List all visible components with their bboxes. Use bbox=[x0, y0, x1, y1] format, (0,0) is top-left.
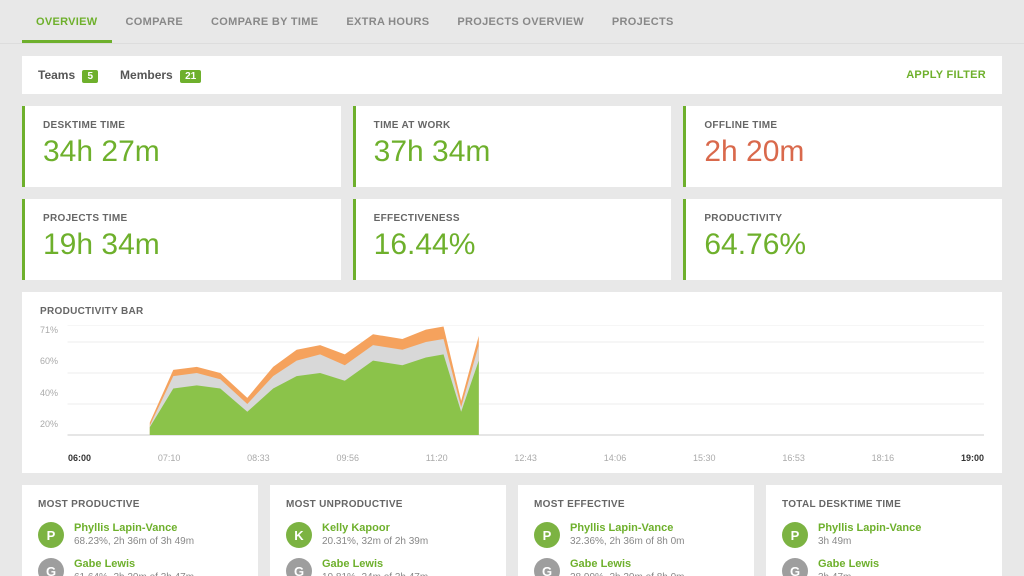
tab-compare[interactable]: COMPARE bbox=[112, 0, 198, 43]
person-stats: 68.23%, 2h 36m of 3h 49m bbox=[74, 536, 194, 548]
tab-compare-by-time[interactable]: COMPARE BY TIME bbox=[197, 0, 332, 43]
filter-members-label: Members bbox=[120, 68, 173, 82]
person-stats: 10.81%, 24m of 3h 47m bbox=[322, 572, 428, 576]
filter-teams-badge: 5 bbox=[82, 70, 98, 83]
tab-projects-overview[interactable]: PROJECTS OVERVIEW bbox=[443, 0, 598, 43]
person-stats: 61.64%, 2h 20m of 3h 47m bbox=[74, 572, 194, 576]
metric-projects-time: PROJECTS TIME 19h 34m bbox=[22, 199, 341, 280]
tab-extra-hours[interactable]: EXTRA HOURS bbox=[332, 0, 443, 43]
list-title: MOST UNPRODUCTIVE bbox=[286, 499, 490, 510]
metric-productivity: PRODUCTIVITY 64.76% bbox=[683, 199, 1002, 280]
metric-label: DESKTIME TIME bbox=[43, 120, 323, 131]
avatar: G bbox=[534, 558, 560, 576]
productivity-chart bbox=[40, 325, 984, 449]
avatar: P bbox=[534, 522, 560, 548]
metric-value: 2h 20m bbox=[704, 135, 984, 169]
person-name: Gabe Lewis bbox=[570, 558, 685, 571]
list-item[interactable]: P Phyllis Lapin-Vance32.36%, 2h 36m of 8h… bbox=[534, 522, 738, 548]
list-item[interactable]: K Kelly Kapoor20.31%, 32m of 2h 39m bbox=[286, 522, 490, 548]
avatar: P bbox=[38, 522, 64, 548]
tab-projects[interactable]: PROJECTS bbox=[598, 0, 688, 43]
metric-value: 37h 34m bbox=[374, 135, 654, 169]
person-name: Gabe Lewis bbox=[74, 558, 194, 571]
avatar: K bbox=[286, 522, 312, 548]
list-item[interactable]: P Phyllis Lapin-Vance3h 49m bbox=[782, 522, 986, 548]
tab-overview[interactable]: OVERVIEW bbox=[22, 0, 112, 43]
avatar: P bbox=[782, 522, 808, 548]
metric-label: PROJECTS TIME bbox=[43, 213, 323, 224]
filter-teams[interactable]: Teams 5 bbox=[38, 68, 98, 82]
filter-members-badge: 21 bbox=[180, 70, 201, 83]
person-name: Phyllis Lapin-Vance bbox=[74, 522, 194, 535]
person-stats: 32.36%, 2h 36m of 8h 0m bbox=[570, 536, 685, 548]
list-item[interactable]: G Gabe Lewis61.64%, 2h 20m of 3h 47m bbox=[38, 558, 242, 576]
list-item[interactable]: G Gabe Lewis28.99%, 2h 20m of 8h 0m bbox=[534, 558, 738, 576]
list-most-effective: MOST EFFECTIVE P Phyllis Lapin-Vance32.36%… bbox=[518, 485, 754, 576]
person-name: Phyllis Lapin-Vance bbox=[818, 522, 921, 535]
person-name: Kelly Kapoor bbox=[322, 522, 428, 535]
metric-label: TIME AT WORK bbox=[374, 120, 654, 131]
list-item[interactable]: G Gabe Lewis10.81%, 24m of 3h 47m bbox=[286, 558, 490, 576]
metric-label: PRODUCTIVITY bbox=[704, 213, 984, 224]
list-title: MOST PRODUCTIVE bbox=[38, 499, 242, 510]
productivity-chart-card: PRODUCTIVITY BAR 71%60%40%20% 06:0007:10… bbox=[22, 292, 1002, 473]
avatar: G bbox=[286, 558, 312, 576]
person-stats: 28.99%, 2h 20m of 8h 0m bbox=[570, 572, 685, 576]
metric-value: 19h 34m bbox=[43, 228, 323, 262]
metric-effectiveness: EFFECTIVENESS 16.44% bbox=[353, 199, 672, 280]
person-stats: 3h 47m bbox=[818, 572, 879, 576]
list-item[interactable]: G Gabe Lewis3h 47m bbox=[782, 558, 986, 576]
person-name: Phyllis Lapin-Vance bbox=[570, 522, 685, 535]
person-name: Gabe Lewis bbox=[818, 558, 879, 571]
metric-label: EFFECTIVENESS bbox=[374, 213, 654, 224]
list-most-unproductive: MOST UNPRODUCTIVE K Kelly Kapoor20.31%, 32… bbox=[270, 485, 506, 576]
filter-bar: Teams 5 Members 21 APPLY FILTER bbox=[22, 56, 1002, 94]
chart-x-axis: 06:0007:1008:3309:5611:2012:4314:0615:30… bbox=[40, 449, 984, 463]
filter-teams-label: Teams bbox=[38, 68, 75, 82]
metric-value: 34h 27m bbox=[43, 135, 323, 169]
chart-y-axis: 71%60%40%20% bbox=[40, 325, 58, 429]
apply-filter-button[interactable]: APPLY FILTER bbox=[906, 69, 986, 81]
list-item[interactable]: P Phyllis Lapin-Vance68.23%, 2h 36m of 3h… bbox=[38, 522, 242, 548]
metric-label: OFFLINE TIME bbox=[704, 120, 984, 131]
person-name: Gabe Lewis bbox=[322, 558, 428, 571]
nav-tabs: OVERVIEWCOMPARECOMPARE BY TIMEEXTRA HOUR… bbox=[0, 0, 1024, 44]
metric-time-at-work: TIME AT WORK 37h 34m bbox=[353, 106, 672, 187]
metric-value: 16.44% bbox=[374, 228, 654, 262]
metric-offline-time: OFFLINE TIME 2h 20m bbox=[683, 106, 1002, 187]
person-stats: 3h 49m bbox=[818, 536, 921, 548]
person-stats: 20.31%, 32m of 2h 39m bbox=[322, 536, 428, 548]
list-most-productive: MOST PRODUCTIVE P Phyllis Lapin-Vance68.23… bbox=[22, 485, 258, 576]
list-title: MOST EFFECTIVE bbox=[534, 499, 738, 510]
filter-members[interactable]: Members 21 bbox=[120, 68, 201, 82]
chart-title: PRODUCTIVITY BAR bbox=[40, 306, 984, 317]
avatar: G bbox=[38, 558, 64, 576]
metric-value: 64.76% bbox=[704, 228, 984, 262]
metric-desktime-time: DESKTIME TIME 34h 27m bbox=[22, 106, 341, 187]
list-total-desktime-time: TOTAL DESKTIME TIMEPPhyllis Lapin-Vance3… bbox=[766, 485, 1002, 576]
list-title: TOTAL DESKTIME TIME bbox=[782, 499, 986, 510]
avatar: G bbox=[782, 558, 808, 576]
